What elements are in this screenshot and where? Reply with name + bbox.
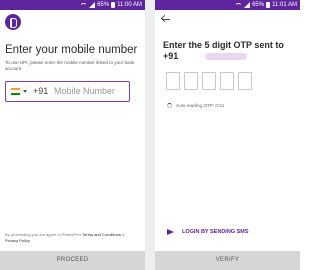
country-code: +91: [33, 86, 49, 96]
otp-digit-2[interactable]: [184, 72, 198, 90]
otp-digit-4[interactable]: [220, 72, 234, 90]
battery-percent: 65%: [252, 2, 265, 8]
india-flag-icon[interactable]: [11, 88, 20, 95]
verify-button[interactable]: VERIFY: [155, 251, 300, 270]
status-bar: 65% 11:00 AM: [0, 0, 145, 10]
otp-screen: 65% 11:01 AM Enter the 5 digit OTP sent …: [155, 0, 300, 270]
otp-phone-prefix: +91: [163, 51, 179, 61]
login-by-sms-link[interactable]: LOGIN BY SENDING SMS: [167, 229, 249, 235]
terms-and: &: [122, 232, 125, 237]
masked-phone-number: [205, 53, 247, 60]
back-arrow-icon[interactable]: [161, 15, 171, 23]
otp-digit-3[interactable]: [202, 72, 216, 90]
chevron-down-icon[interactable]: [23, 90, 27, 93]
wifi-icon: [80, 2, 88, 9]
privacy-link[interactable]: Privacy Policy: [5, 238, 30, 243]
proceed-button[interactable]: PROCEED: [0, 251, 145, 270]
battery-percent: 65%: [97, 2, 110, 8]
wifi-icon: [235, 2, 243, 9]
otp-digit-1[interactable]: [166, 72, 180, 90]
mobile-number-field[interactable]: +91: [5, 81, 130, 102]
status-time: 11:01 AM: [272, 2, 297, 8]
mobile-number-input[interactable]: [54, 86, 126, 96]
signal-icon: [244, 2, 251, 8]
screen-divider: [145, 0, 155, 270]
phonepe-logo-icon: [5, 14, 21, 30]
send-icon: [167, 229, 174, 235]
battery-icon: [266, 2, 271, 8]
otp-input-row: [166, 72, 252, 90]
spinner-icon: [167, 103, 172, 108]
battery-icon: [111, 2, 116, 8]
terms-link[interactable]: Terms and Conditions: [82, 232, 121, 237]
auto-reading-status: Auto reading OTP: 0:31: [167, 103, 224, 108]
terms-text: By proceeding you are agree to PhonePe's…: [5, 232, 143, 243]
signal-icon: [89, 2, 96, 8]
status-bar: 65% 11:01 AM: [155, 0, 300, 10]
otp-title: Enter the 5 digit OTP sent to: [163, 40, 284, 50]
terms-prefix: By proceeding you are agree to PhonePe's: [5, 232, 82, 237]
login-by-sms-label: LOGIN BY SENDING SMS: [182, 229, 249, 235]
status-time: 11:00 AM: [117, 2, 142, 8]
mobile-number-screen: 65% 11:00 AM Enter your mobile number To…: [0, 0, 145, 270]
page-subtitle: To use UPI, please enter the mobile numb…: [5, 60, 135, 71]
otp-digit-5[interactable]: [238, 72, 252, 90]
auto-reading-text: Auto reading OTP: 0:31: [176, 103, 225, 108]
page-title: Enter your mobile number: [5, 44, 138, 56]
